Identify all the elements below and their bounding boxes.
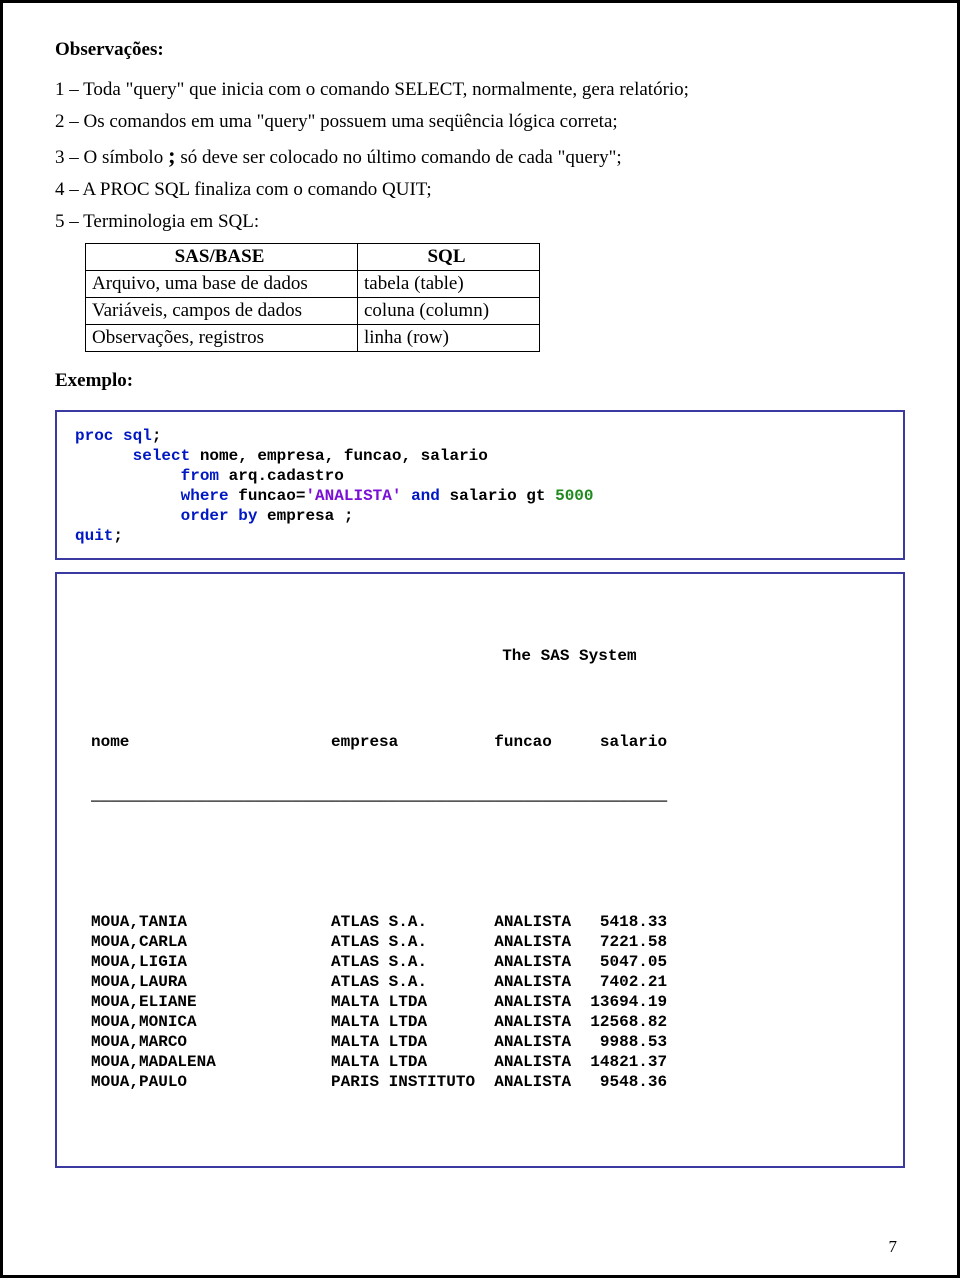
- output-row: MOUA,TANIA ATLAS S.A. ANALISTA 5418.33: [91, 912, 875, 932]
- semicolon-symbol: ;: [168, 143, 176, 168]
- output-row: MOUA,LAURA ATLAS S.A. ANALISTA 7402.21: [91, 972, 875, 992]
- output-rows: MOUA,TANIA ATLAS S.A. ANALISTA 5418.33MO…: [91, 912, 875, 1092]
- observation-5: 5 – Terminologia em SQL:: [55, 211, 905, 233]
- output-box: The SAS System nome empresa funcao salar…: [55, 572, 905, 1168]
- code-keyword: select: [133, 447, 191, 465]
- terminology-header-right: SQL: [358, 244, 540, 271]
- terminology-cell: tabela (table): [358, 271, 540, 298]
- observation-3-pre: 3 – O símbolo: [55, 147, 168, 168]
- code-keyword: and: [401, 487, 439, 505]
- code-text: arq.cadastro: [219, 467, 344, 485]
- code-text: nome, empresa, funcao, salario: [190, 447, 488, 465]
- observacoes-heading: Observações:: [55, 39, 905, 61]
- observation-2: 2 – Os comandos em uma "query" possuem u…: [55, 111, 905, 133]
- output-row: MOUA,PAULO PARIS INSTITUTO ANALISTA 9548…: [91, 1072, 875, 1092]
- terminology-cell: linha (row): [358, 325, 540, 352]
- output-title: The SAS System: [91, 646, 875, 666]
- output-row: MOUA,MARCO MALTA LTDA ANALISTA 9988.53: [91, 1032, 875, 1052]
- document-page: Observações: 1 – Toda "query" que inicia…: [0, 0, 960, 1278]
- terminology-table: SAS/BASE SQL Arquivo, uma base de dados …: [85, 243, 540, 352]
- terminology-header-left: SAS/BASE: [86, 244, 358, 271]
- terminology-cell: coluna (column): [358, 298, 540, 325]
- output-row: MOUA,LIGIA ATLAS S.A. ANALISTA 5047.05: [91, 952, 875, 972]
- table-row: SAS/BASE SQL: [86, 244, 540, 271]
- observation-4: 4 – A PROC SQL finaliza com o comando QU…: [55, 179, 905, 201]
- table-row: Arquivo, uma base de dados tabela (table…: [86, 271, 540, 298]
- output-row: MOUA,CARLA ATLAS S.A. ANALISTA 7221.58: [91, 932, 875, 952]
- code-keyword: order by: [181, 507, 258, 525]
- code-keyword: quit: [75, 527, 113, 545]
- table-row: Observações, registros linha (row): [86, 325, 540, 352]
- terminology-cell: Arquivo, uma base de dados: [86, 271, 358, 298]
- page-number: 7: [889, 1237, 898, 1257]
- terminology-cell: Variáveis, campos de dados: [86, 298, 358, 325]
- output-blank: [91, 852, 875, 872]
- output-rule: ────────────────────────────────────────…: [91, 792, 875, 812]
- terminology-cell: Observações, registros: [86, 325, 358, 352]
- output-row: MOUA,ELIANE MALTA LTDA ANALISTA 13694.19: [91, 992, 875, 1012]
- observation-3: 3 – O símbolo ; só deve ser colocado no …: [55, 143, 905, 169]
- code-text: funcao=: [229, 487, 306, 505]
- exemplo-heading: Exemplo:: [55, 370, 905, 392]
- observation-1: 1 – Toda "query" que inicia com o comand…: [55, 79, 905, 101]
- code-keyword: where: [181, 487, 229, 505]
- code-number: 5000: [555, 487, 593, 505]
- code-keyword: sql: [123, 427, 152, 445]
- output-row: MOUA,MADALENA MALTA LTDA ANALISTA 14821.…: [91, 1052, 875, 1072]
- output-row: MOUA,MONICA MALTA LTDA ANALISTA 12568.82: [91, 1012, 875, 1032]
- code-text: empresa ;: [257, 507, 353, 525]
- table-row: Variáveis, campos de dados coluna (colum…: [86, 298, 540, 325]
- code-example-box: proc sql; select nome, empresa, funcao, …: [55, 410, 905, 560]
- observation-3-post: só deve ser colocado no último comando d…: [176, 147, 622, 168]
- code-string: 'ANALISTA': [305, 487, 401, 505]
- output-header-row: nome empresa funcao salario: [91, 732, 875, 752]
- code-text: salario gt: [440, 487, 555, 505]
- code-keyword: proc: [75, 427, 113, 445]
- code-keyword: from: [181, 467, 219, 485]
